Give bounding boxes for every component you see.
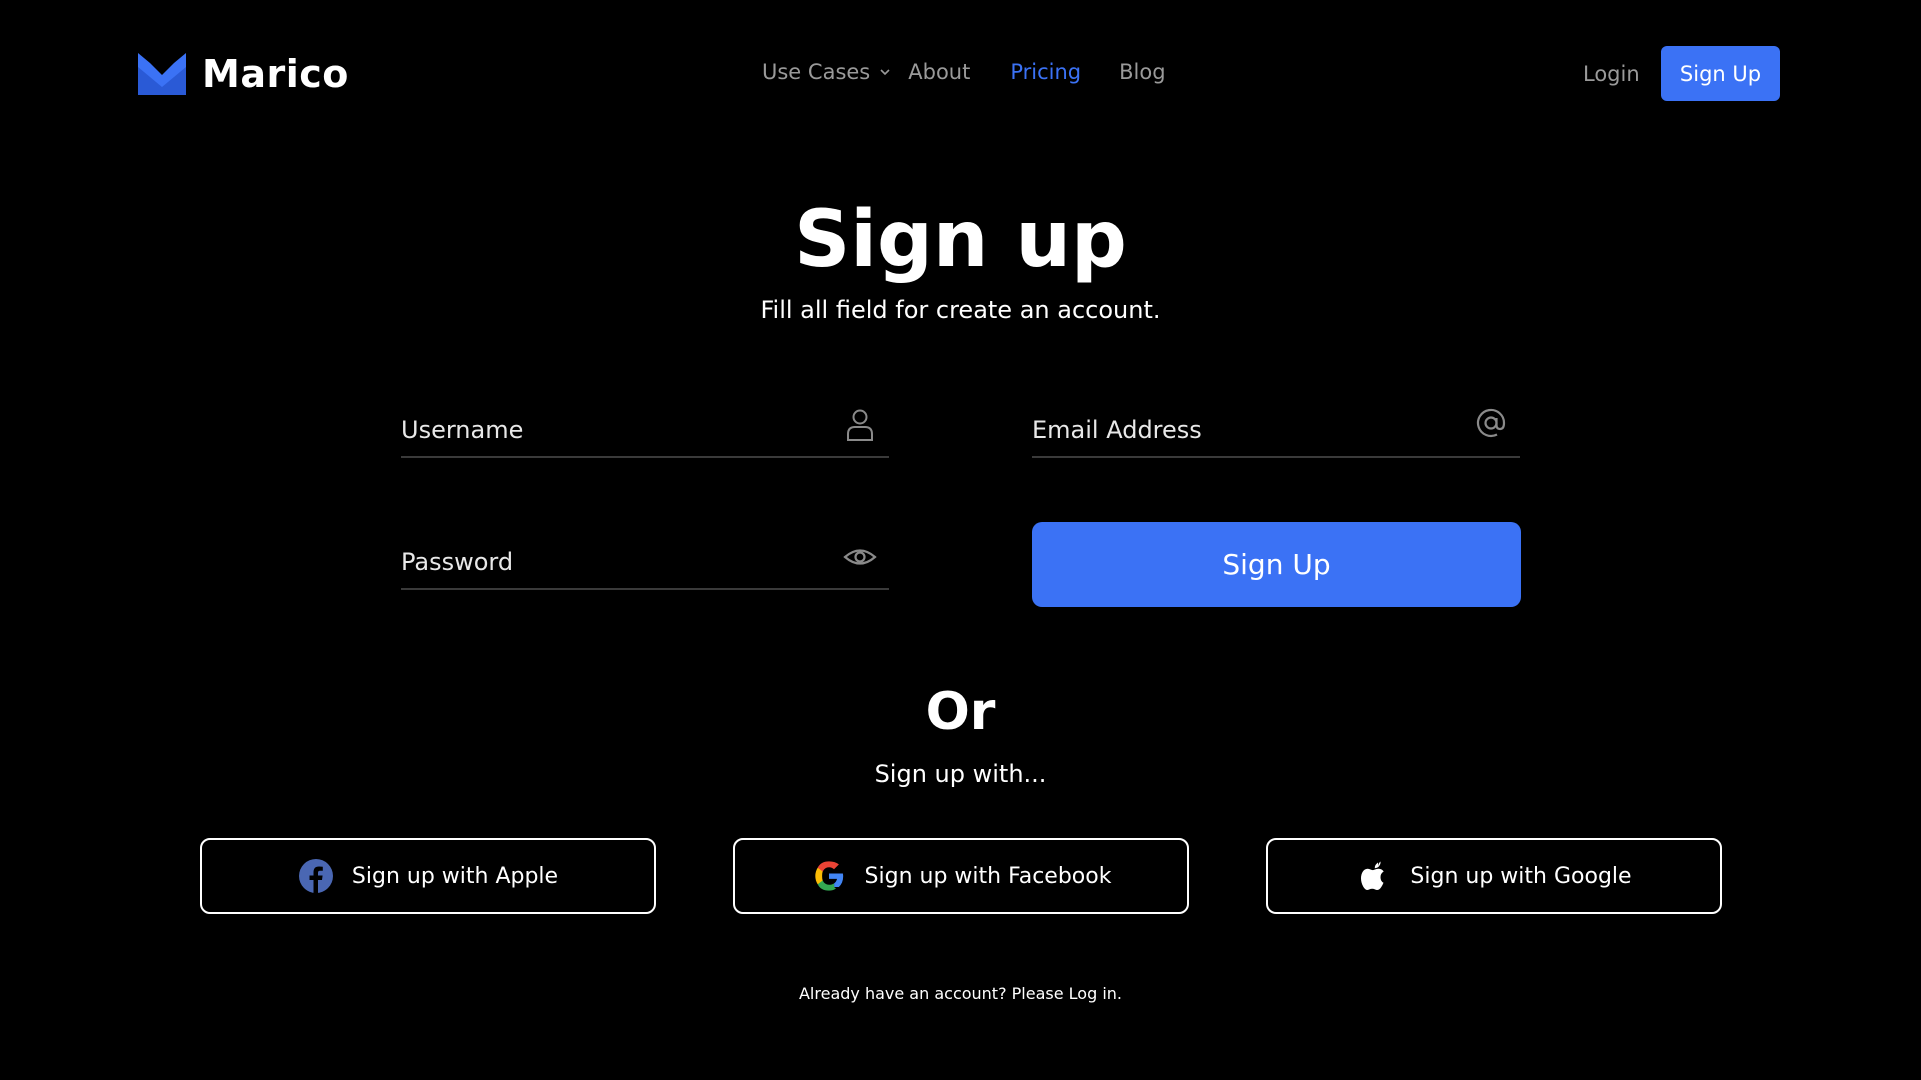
google-icon xyxy=(811,858,847,894)
apple-icon xyxy=(1356,858,1392,894)
nav-about[interactable]: About xyxy=(908,60,970,84)
marico-m-logo xyxy=(138,53,186,95)
username-input[interactable] xyxy=(401,412,821,448)
signup-with-label: Sign up with... xyxy=(874,760,1047,788)
email-field xyxy=(1032,398,1520,458)
login-link[interactable]: Login xyxy=(1583,62,1640,86)
signup-facebook-label: Sign up with Facebook xyxy=(864,863,1112,889)
email-input[interactable] xyxy=(1032,412,1452,448)
or-divider: Or xyxy=(925,682,996,742)
nav-blog[interactable]: Blog xyxy=(1119,60,1165,84)
eye-icon[interactable] xyxy=(843,540,877,574)
signup-google-button[interactable]: Sign up with Google xyxy=(1266,838,1722,914)
user-icon xyxy=(847,409,873,441)
password-field xyxy=(401,530,889,590)
brand-logo[interactable]: Marico xyxy=(138,52,349,96)
page-subtitle: Fill all field for create an account. xyxy=(760,296,1161,324)
page-title: Sign up xyxy=(794,195,1127,285)
at-sign-icon xyxy=(1476,408,1506,438)
nav-use-cases-label: Use Cases xyxy=(762,60,871,84)
nav-pricing[interactable]: Pricing xyxy=(1010,60,1081,84)
login-prompt[interactable]: Already have an account? Please Log in. xyxy=(0,984,1921,1003)
signup-apple-button[interactable]: Sign up with Apple xyxy=(200,838,656,914)
facebook-icon xyxy=(298,858,334,894)
nav-use-cases[interactable]: Use Cases xyxy=(762,60,892,84)
signup-page: Marico Use Cases About Pricing Blog Logi… xyxy=(0,0,1921,1080)
header-signup-button[interactable]: Sign Up xyxy=(1661,46,1780,101)
username-field xyxy=(401,398,889,458)
brand-name: Marico xyxy=(202,52,349,96)
password-input[interactable] xyxy=(401,544,821,580)
signup-submit-button[interactable]: Sign Up xyxy=(1032,522,1521,607)
signup-apple-label: Sign up with Apple xyxy=(351,863,559,889)
main-nav: Use Cases About Pricing Blog xyxy=(762,60,1166,84)
signup-google-label: Sign up with Google xyxy=(1410,863,1632,889)
chevron-down-icon xyxy=(880,69,890,76)
signup-facebook-button[interactable]: Sign up with Facebook xyxy=(733,838,1189,914)
